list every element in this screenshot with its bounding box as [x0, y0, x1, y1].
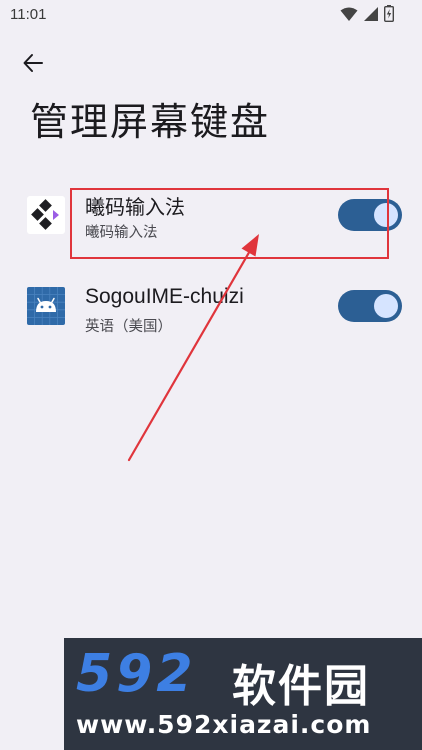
keyboard-row-sogou[interactable]: SogouIME-chuizi 英语（美国）	[0, 270, 422, 340]
annotation-highlight-box	[70, 188, 389, 259]
back-button[interactable]	[16, 46, 50, 80]
page-title: 管理屏幕键盘	[30, 100, 271, 144]
status-icons	[340, 5, 394, 22]
keyboard-name: SogouIME-chuizi	[85, 285, 244, 308]
watermark-logo-text: 软件园	[232, 661, 370, 712]
wifi-icon	[340, 7, 358, 21]
arrow-back-icon	[23, 54, 43, 72]
battery-icon	[384, 5, 394, 22]
keyboard-toggle-sogou[interactable]	[338, 290, 402, 322]
status-bar: 11:01	[0, 0, 422, 30]
watermark-logo-number: 592	[76, 644, 197, 704]
watermark-banner: 592 软件园 www.592xiazai.com	[64, 638, 422, 750]
signal-icon	[364, 6, 378, 21]
watermark-url: www.592xiazai.com	[76, 710, 372, 739]
toggle-thumb	[374, 294, 398, 318]
ximа-ime-logo-icon	[27, 196, 65, 234]
android-robot-icon	[27, 287, 65, 325]
keyboard-subtitle: 英语（美国）	[85, 319, 172, 335]
status-time: 11:01	[10, 6, 47, 23]
